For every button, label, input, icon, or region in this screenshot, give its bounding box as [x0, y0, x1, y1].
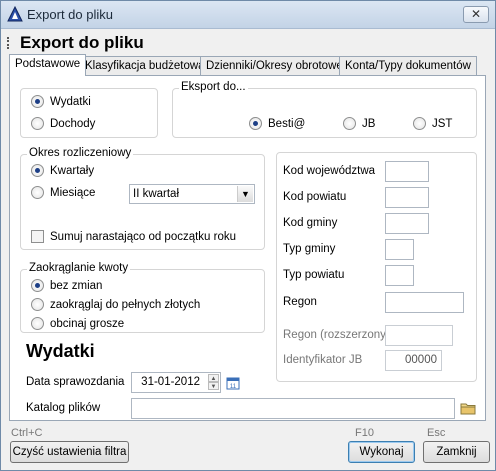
date-spinner[interactable]: ▲ ▼ — [208, 374, 219, 391]
radio-bestia-label: Besti@ — [268, 117, 306, 130]
typ-gminy-input[interactable] — [385, 239, 414, 260]
kod-wojewodztwa-label: Kod województwa — [283, 165, 376, 177]
radio-zaokraglaj-label: zaokrąglaj do pełnych złotych — [50, 298, 201, 311]
radio-wydatki-dot[interactable] — [31, 95, 44, 108]
cumulative-checkbox-box[interactable] — [31, 230, 44, 243]
radio-bez-zmian-label: bez zmian — [50, 279, 103, 292]
identyfikator-jb-input: 00000 — [385, 350, 442, 371]
radio-zaokraglaj[interactable]: zaokrąglaj do pełnych złotych — [31, 298, 200, 311]
export-group: Eksport do... Besti@ JB JST — [172, 81, 477, 138]
tab-panel-podstawowe: Wydatki Dochody Eksport do... Besti@ JB … — [9, 75, 486, 421]
radio-zaokraglaj-dot[interactable] — [31, 298, 44, 311]
cumulative-checkbox[interactable]: Sumuj narastająco od początku roku — [31, 230, 236, 243]
regon-input[interactable] — [385, 292, 464, 313]
report-date-label: Data sprawozdania — [26, 376, 125, 388]
kod-powiatu-input[interactable] — [385, 187, 429, 208]
period-group-legend: Okres rozliczeniowy — [27, 147, 134, 159]
period-select-value: II kwartał — [133, 188, 180, 200]
radio-kwartaly-dot[interactable] — [31, 164, 44, 177]
radio-wydatki-label: Wydatki — [50, 95, 91, 108]
kod-gminy-label: Kod gminy — [283, 217, 338, 229]
header-grip-icon — [7, 37, 11, 49]
close-button[interactable]: Zamknij — [423, 441, 490, 463]
radio-jst-label: JST — [432, 117, 453, 130]
radio-obcinaj-grosze[interactable]: obcinaj grosze — [31, 317, 124, 330]
radio-jb[interactable]: JB — [343, 117, 375, 130]
page-title: Export do pliku — [20, 33, 144, 52]
radio-bestia-dot[interactable] — [249, 117, 262, 130]
tab-podstawowe[interactable]: Podstawowe — [9, 54, 87, 76]
report-date-input[interactable]: 31-01-2012 ▲ ▼ — [131, 372, 221, 393]
radio-jst[interactable]: JST — [413, 117, 452, 130]
typ-powiatu-label: Typ powiatu — [283, 269, 345, 281]
kod-wojewodztwa-input[interactable] — [385, 161, 429, 182]
app-triangle-icon — [7, 6, 23, 22]
radio-bestia[interactable]: Besti@ — [249, 117, 305, 130]
radio-jb-dot[interactable] — [343, 117, 356, 130]
file-catalog-label: Katalog plików — [26, 402, 101, 414]
section-title: Wydatki — [26, 341, 95, 361]
clear-shortcut-hint: Ctrl+C — [11, 427, 43, 439]
window-close-button[interactable]: ✕ — [463, 6, 489, 23]
cumulative-checkbox-label: Sumuj narastająco od początku roku — [50, 230, 237, 243]
kod-gminy-input[interactable] — [385, 213, 429, 234]
radio-jb-label: JB — [362, 117, 376, 130]
execute-button[interactable]: Wykonaj — [348, 441, 415, 463]
identyfikator-jb-value: 00000 — [405, 354, 437, 366]
tab-klasyfikacja-budzetowa[interactable]: Klasyfikacja budżetowa — [79, 56, 211, 76]
typ-powiatu-input[interactable] — [385, 265, 414, 286]
radio-obcinaj-grosze-dot[interactable] — [31, 317, 44, 330]
radio-jst-dot[interactable] — [413, 117, 426, 130]
radio-kwartaly-label: Kwartały — [50, 164, 95, 177]
radio-bez-zmian[interactable]: bez zmian — [31, 279, 102, 292]
radio-bez-zmian-dot[interactable] — [31, 279, 44, 292]
export-group-legend: Eksport do... — [179, 81, 248, 93]
clear-filter-button[interactable]: Czyść ustawienia filtra — [10, 441, 129, 463]
typ-gminy-label: Typ gminy — [283, 243, 336, 255]
radio-miesiace-dot[interactable] — [31, 186, 44, 199]
radio-wydatki[interactable]: Wydatki — [31, 95, 91, 108]
spin-down-icon[interactable]: ▼ — [208, 382, 219, 390]
regon-label: Regon — [283, 296, 317, 308]
radio-dochody[interactable]: Dochody — [31, 117, 95, 130]
folder-icon[interactable] — [460, 402, 476, 415]
chevron-down-icon[interactable]: ▼ — [237, 186, 253, 202]
export-window: Export do pliku ✕ Export do pliku Podsta… — [0, 0, 496, 471]
period-select[interactable]: II kwartał ▼ — [129, 184, 255, 204]
regon-ext-input — [385, 325, 453, 346]
radio-miesiace-label: Miesiące — [50, 186, 96, 199]
rounding-group-legend: Zaokrąglanie kwoty — [27, 262, 131, 274]
tab-dzienniki-okresy[interactable]: Dzienniki/Okresy obrotowe — [200, 56, 349, 76]
rounding-group: Zaokrąglanie kwoty bez zmian zaokrąglaj … — [20, 262, 265, 333]
codes-group: Kod województwa Kod powiatu Kod gminy Ty… — [276, 152, 477, 382]
radio-obcinaj-grosze-label: obcinaj grosze — [50, 317, 125, 330]
calendar-icon-text: 11 — [230, 384, 237, 390]
regon-ext-label: Regon (rozszerzony) — [283, 329, 390, 341]
file-catalog-input[interactable] — [131, 398, 455, 419]
radio-kwartaly[interactable]: Kwartały — [31, 164, 94, 177]
report-date-value: 31-01-2012 — [141, 376, 200, 388]
radio-dochody-label: Dochody — [50, 117, 96, 130]
period-group: Okres rozliczeniowy Kwartały Miesiące II… — [20, 147, 265, 250]
tab-konta-typy-dokumentow[interactable]: Konta/Typy dokumentów — [339, 56, 477, 76]
identyfikator-jb-label: Identyfikator JB — [283, 354, 363, 366]
close-shortcut-hint: Esc — [427, 427, 446, 439]
radio-dochody-dot[interactable] — [31, 117, 44, 130]
calendar-icon[interactable]: 11 — [226, 376, 240, 390]
type-group: Wydatki Dochody — [20, 88, 158, 138]
title-bar: Export do pliku ✕ — [1, 1, 495, 29]
execute-shortcut-hint: F10 — [355, 427, 374, 439]
radio-miesiace[interactable]: Miesiące — [31, 186, 95, 199]
spin-up-icon[interactable]: ▲ — [208, 374, 219, 382]
window-title: Export do pliku — [27, 7, 113, 22]
kod-powiatu-label: Kod powiatu — [283, 191, 347, 203]
